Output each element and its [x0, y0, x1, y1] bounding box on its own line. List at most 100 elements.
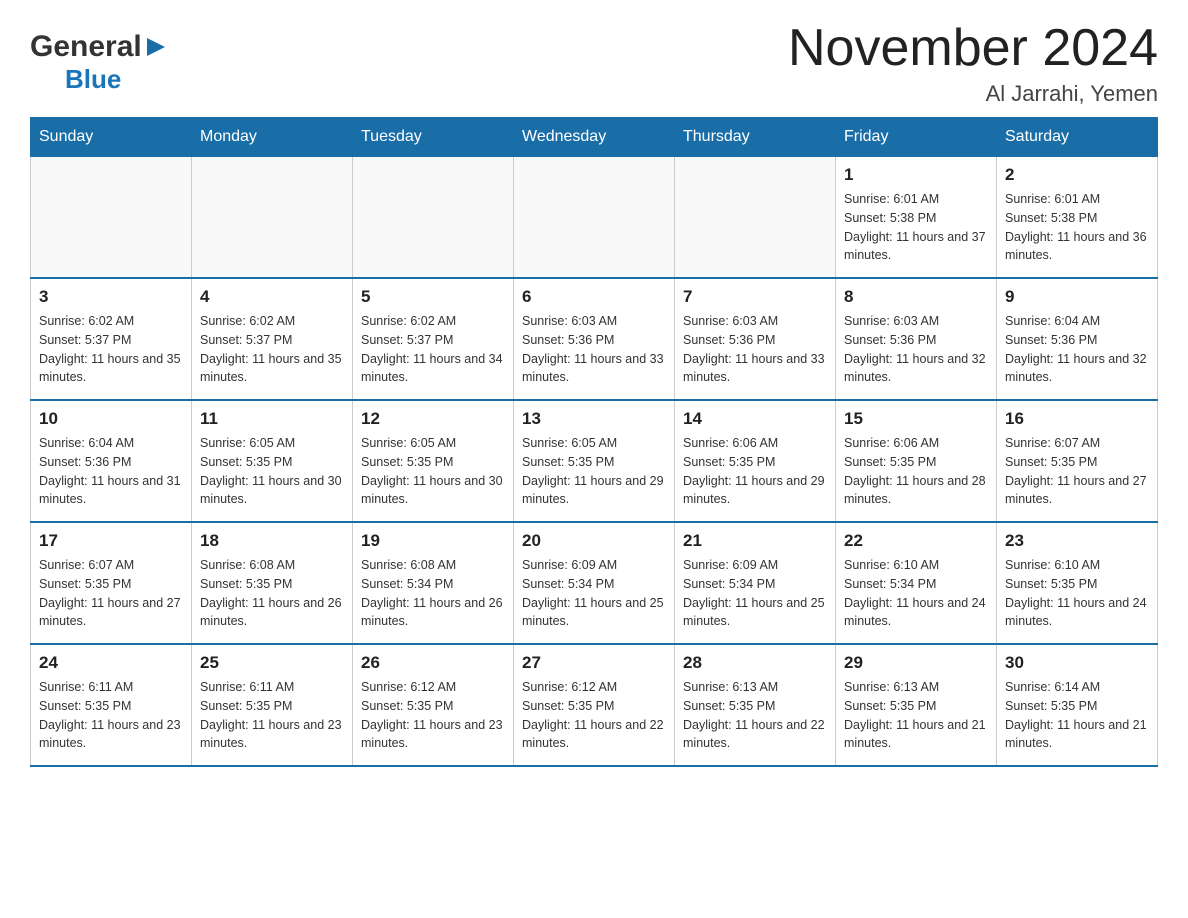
day-number: 11: [200, 409, 344, 429]
day-number: 6: [522, 287, 666, 307]
day-number: 1: [844, 165, 988, 185]
logo-general-text: General: [30, 30, 142, 64]
calendar-cell: 24 Sunrise: 6:11 AMSunset: 5:35 PMDayligh…: [31, 644, 192, 766]
calendar-cell: 9 Sunrise: 6:04 AMSunset: 5:36 PMDaylight…: [997, 278, 1158, 400]
calendar-cell: 11Sunrise: 6:05 AMSunset: 5:35 PMDayligh…: [192, 400, 353, 522]
calendar-cell: [31, 157, 192, 279]
day-number: 23: [1005, 531, 1149, 551]
day-info: Sunrise: 6:11 AMSunset: 5:35 PMDaylight:…: [39, 678, 183, 753]
calendar-cell: 19Sunrise: 6:08 AMSunset: 5:34 PMDayligh…: [353, 522, 514, 644]
day-number: 13: [522, 409, 666, 429]
calendar-cell: 25Sunrise: 6:11 AMSunset: 5:35 PMDayligh…: [192, 644, 353, 766]
calendar-week-row: 10 Sunrise: 6:04 AMSunset: 5:36 PMDayligh…: [31, 400, 1158, 522]
day-info: Sunrise: 6:03 AMSunset: 5:36 PMDaylight:…: [683, 312, 827, 387]
weekday-header-wednesday: Wednesday: [514, 118, 675, 157]
day-info: Sunrise: 6:13 AMSunset: 5:35 PMDaylight:…: [844, 678, 988, 753]
calendar-cell: 18 Sunrise: 6:08 AMSunset: 5:35 PMDayligh…: [192, 522, 353, 644]
calendar-cell: 27 Sunrise: 6:12 AMSunset: 5:35 PMDayligh…: [514, 644, 675, 766]
calendar-cell: [192, 157, 353, 279]
day-number: 24: [39, 653, 183, 673]
day-info: Sunrise: 6:08 AMSunset: 5:35 PMDaylight:…: [200, 556, 344, 631]
day-number: 5: [361, 287, 505, 307]
day-number: 16: [1005, 409, 1149, 429]
day-number: 21: [683, 531, 827, 551]
day-info: Sunrise: 6:03 AMSunset: 5:36 PMDaylight:…: [844, 312, 988, 387]
day-info: Sunrise: 6:01 AMSunset: 5:38 PMDaylight:…: [844, 190, 988, 265]
day-info: Sunrise: 6:01 AMSunset: 5:38 PMDaylight:…: [1005, 190, 1149, 265]
day-number: 19: [361, 531, 505, 551]
weekday-header-row: SundayMondayTuesdayWednesdayThursdayFrid…: [31, 118, 1158, 157]
day-info: Sunrise: 6:12 AMSunset: 5:35 PMDaylight:…: [522, 678, 666, 753]
calendar-cell: 2 Sunrise: 6:01 AMSunset: 5:38 PMDaylight…: [997, 157, 1158, 279]
day-number: 3: [39, 287, 183, 307]
day-number: 14: [683, 409, 827, 429]
day-info: Sunrise: 6:05 AMSunset: 5:35 PMDaylight:…: [361, 434, 505, 509]
day-info: Sunrise: 6:13 AMSunset: 5:35 PMDaylight:…: [683, 678, 827, 753]
calendar-week-row: 1 Sunrise: 6:01 AMSunset: 5:38 PMDaylight…: [31, 157, 1158, 279]
day-info: Sunrise: 6:04 AMSunset: 5:36 PMDaylight:…: [39, 434, 183, 509]
page-subtitle: Al Jarrahi, Yemen: [788, 81, 1158, 107]
calendar-cell: 20 Sunrise: 6:09 AMSunset: 5:34 PMDayligh…: [514, 522, 675, 644]
calendar-cell: 1 Sunrise: 6:01 AMSunset: 5:38 PMDaylight…: [836, 157, 997, 279]
day-number: 8: [844, 287, 988, 307]
calendar-cell: 12 Sunrise: 6:05 AMSunset: 5:35 PMDayligh…: [353, 400, 514, 522]
logo-blue-text: Blue: [65, 64, 121, 95]
day-info: Sunrise: 6:07 AMSunset: 5:35 PMDaylight:…: [1005, 434, 1149, 509]
calendar-cell: 21 Sunrise: 6:09 AMSunset: 5:34 PMDayligh…: [675, 522, 836, 644]
day-number: 30: [1005, 653, 1149, 673]
day-number: 26: [361, 653, 505, 673]
day-number: 29: [844, 653, 988, 673]
day-info: Sunrise: 6:09 AMSunset: 5:34 PMDaylight:…: [683, 556, 827, 631]
calendar-week-row: 3 Sunrise: 6:02 AMSunset: 5:37 PMDaylight…: [31, 278, 1158, 400]
weekday-header-friday: Friday: [836, 118, 997, 157]
day-info: Sunrise: 6:06 AMSunset: 5:35 PMDaylight:…: [844, 434, 988, 509]
day-number: 7: [683, 287, 827, 307]
logo-arrow-icon: [145, 36, 167, 58]
calendar-cell: 30 Sunrise: 6:14 AMSunset: 5:35 PMDayligh…: [997, 644, 1158, 766]
day-info: Sunrise: 6:02 AMSunset: 5:37 PMDaylight:…: [39, 312, 183, 387]
calendar-cell: [675, 157, 836, 279]
day-info: Sunrise: 6:03 AMSunset: 5:36 PMDaylight:…: [522, 312, 666, 387]
day-info: Sunrise: 6:10 AMSunset: 5:34 PMDaylight:…: [844, 556, 988, 631]
day-info: Sunrise: 6:07 AMSunset: 5:35 PMDaylight:…: [39, 556, 183, 631]
calendar-cell: 28Sunrise: 6:13 AMSunset: 5:35 PMDayligh…: [675, 644, 836, 766]
calendar-cell: 4Sunrise: 6:02 AMSunset: 5:37 PMDaylight…: [192, 278, 353, 400]
day-number: 20: [522, 531, 666, 551]
day-info: Sunrise: 6:09 AMSunset: 5:34 PMDaylight:…: [522, 556, 666, 631]
day-info: Sunrise: 6:02 AMSunset: 5:37 PMDaylight:…: [361, 312, 505, 387]
calendar-week-row: 24 Sunrise: 6:11 AMSunset: 5:35 PMDayligh…: [31, 644, 1158, 766]
day-number: 12: [361, 409, 505, 429]
calendar-cell: [353, 157, 514, 279]
calendar-table: SundayMondayTuesdayWednesdayThursdayFrid…: [30, 117, 1158, 767]
calendar-cell: 16 Sunrise: 6:07 AMSunset: 5:35 PMDayligh…: [997, 400, 1158, 522]
calendar-cell: 23 Sunrise: 6:10 AMSunset: 5:35 PMDayligh…: [997, 522, 1158, 644]
calendar-cell: 7 Sunrise: 6:03 AMSunset: 5:36 PMDaylight…: [675, 278, 836, 400]
day-number: 2: [1005, 165, 1149, 185]
day-info: Sunrise: 6:10 AMSunset: 5:35 PMDaylight:…: [1005, 556, 1149, 631]
day-number: 10: [39, 409, 183, 429]
calendar-cell: [514, 157, 675, 279]
page-header: General Blue November 2024 Al Jarrahi, Y…: [30, 20, 1158, 107]
weekday-header-monday: Monday: [192, 118, 353, 157]
weekday-header-saturday: Saturday: [997, 118, 1158, 157]
day-number: 4: [200, 287, 344, 307]
day-number: 18: [200, 531, 344, 551]
day-number: 9: [1005, 287, 1149, 307]
day-info: Sunrise: 6:14 AMSunset: 5:35 PMDaylight:…: [1005, 678, 1149, 753]
weekday-header-thursday: Thursday: [675, 118, 836, 157]
calendar-cell: 6 Sunrise: 6:03 AMSunset: 5:36 PMDaylight…: [514, 278, 675, 400]
page-title: November 2024: [788, 20, 1158, 77]
calendar-week-row: 17 Sunrise: 6:07 AMSunset: 5:35 PMDayligh…: [31, 522, 1158, 644]
day-number: 17: [39, 531, 183, 551]
calendar-cell: 17 Sunrise: 6:07 AMSunset: 5:35 PMDayligh…: [31, 522, 192, 644]
day-number: 27: [522, 653, 666, 673]
calendar-cell: 22Sunrise: 6:10 AMSunset: 5:34 PMDayligh…: [836, 522, 997, 644]
calendar-cell: 15 Sunrise: 6:06 AMSunset: 5:35 PMDayligh…: [836, 400, 997, 522]
day-number: 15: [844, 409, 988, 429]
day-info: Sunrise: 6:06 AMSunset: 5:35 PMDaylight:…: [683, 434, 827, 509]
calendar-cell: 8 Sunrise: 6:03 AMSunset: 5:36 PMDaylight…: [836, 278, 997, 400]
calendar-cell: 3 Sunrise: 6:02 AMSunset: 5:37 PMDaylight…: [31, 278, 192, 400]
logo: General Blue: [30, 20, 167, 95]
day-info: Sunrise: 6:04 AMSunset: 5:36 PMDaylight:…: [1005, 312, 1149, 387]
calendar-cell: 29 Sunrise: 6:13 AMSunset: 5:35 PMDayligh…: [836, 644, 997, 766]
